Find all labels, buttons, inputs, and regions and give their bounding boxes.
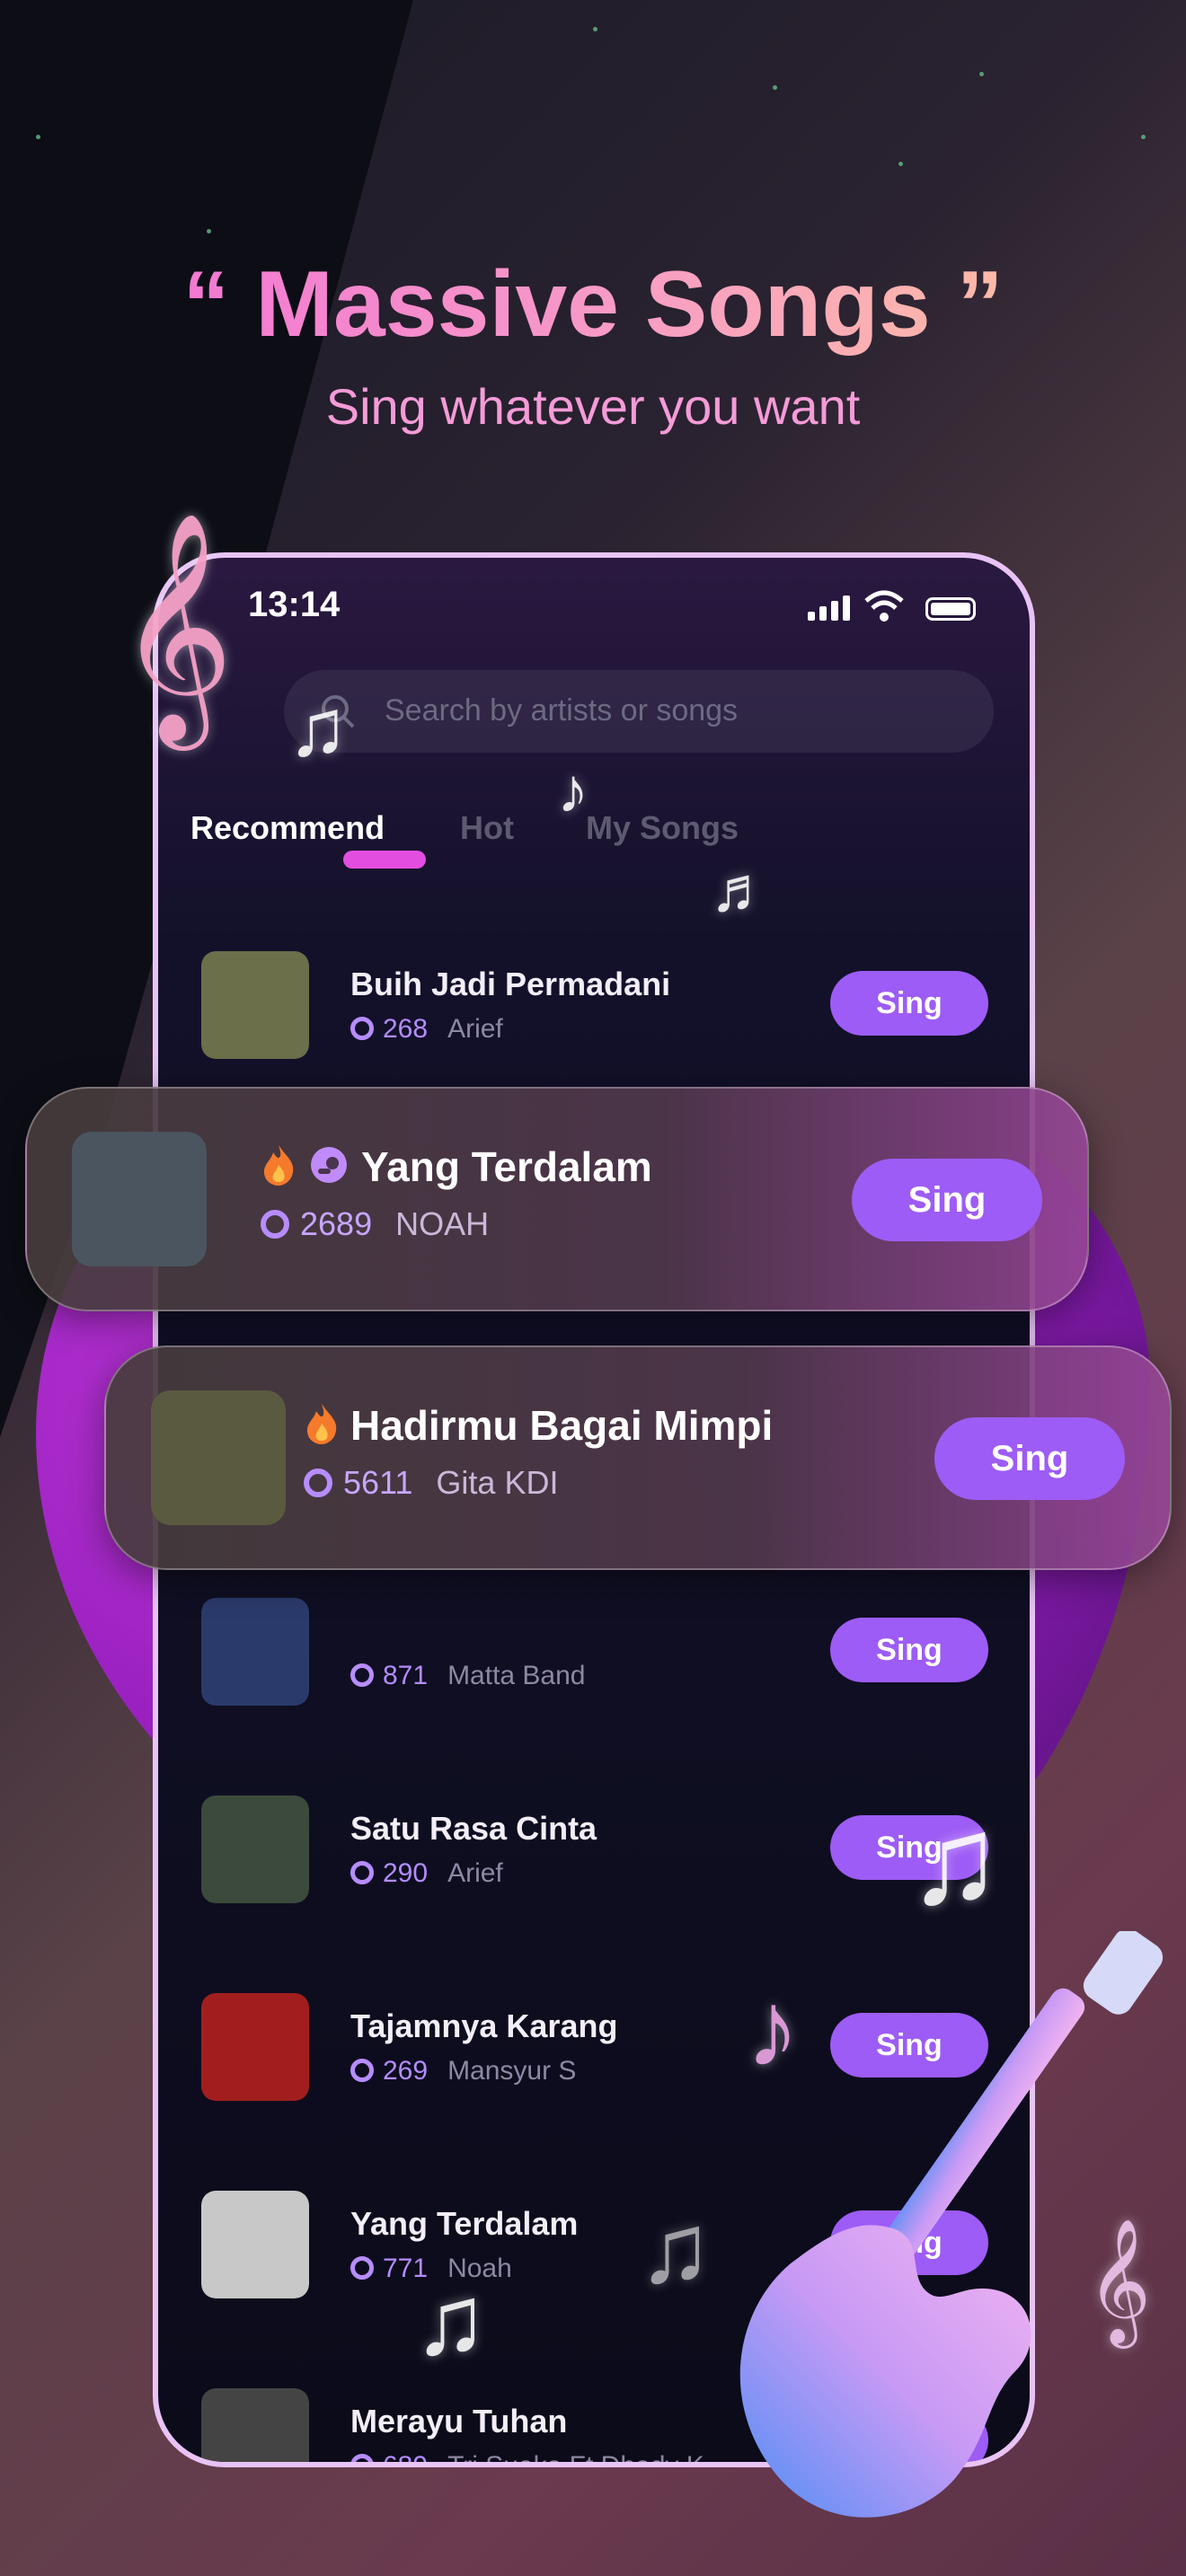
song-cover	[201, 2191, 309, 2298]
featured-meta: 2689 NOAH	[261, 1205, 489, 1243]
song-title: Satu Rasa Cinta	[350, 1810, 597, 1847]
tab-active-indicator	[343, 851, 426, 869]
cover-art	[201, 2191, 309, 2298]
music-note-icon: ♫	[413, 2265, 488, 2376]
song-meta: 871 Matta Band	[350, 1661, 586, 1691]
cover-art	[201, 1598, 309, 1706]
featured-title: Yang Terdalam	[361, 1143, 652, 1190]
star-dot	[898, 162, 903, 166]
search-bar[interactable]: Search by artists or songs	[284, 670, 994, 753]
featured-meta: 5611 Gita KDI	[304, 1464, 558, 1502]
signal-icon	[803, 595, 850, 625]
cover-art	[201, 1993, 309, 2101]
cover-art	[201, 2388, 309, 2462]
song-cover	[201, 951, 309, 1059]
song-artist: Matta Band	[447, 1661, 586, 1690]
featured-title: Hadirmu Bagai Mimpi	[350, 1402, 774, 1449]
featured-artist: NOAH	[395, 1205, 490, 1242]
hot-flame-icon	[263, 1145, 294, 1186]
song-row[interactable]: Buih Jadi Permadani 268 Arief Sing	[158, 944, 1030, 1070]
tab-hot[interactable]: Hot	[460, 809, 514, 847]
song-title: Yang Terdalam	[350, 2205, 579, 2242]
featured-plays: 2689	[300, 1205, 373, 1242]
featured-song-card[interactable]: Yang Terdalam 2689 NOAH Sing	[25, 1087, 1089, 1311]
plays-icon	[350, 2256, 374, 2280]
tab-my-songs[interactable]: My Songs	[586, 809, 739, 847]
plays-icon	[350, 2059, 374, 2082]
song-cover	[201, 1598, 309, 1706]
star-dot	[207, 229, 211, 234]
cover-art	[201, 1795, 309, 1903]
song-artist: Arief	[447, 1014, 503, 1044]
song-plays: 871	[383, 1661, 429, 1690]
karaoke-icon	[311, 1147, 347, 1183]
song-meta: 689 Tri Suaka Ft Dhody K	[350, 2451, 704, 2467]
music-note-icon: ♬	[710, 854, 773, 924]
music-note-icon: ♪	[557, 755, 589, 825]
star-dot	[773, 85, 777, 90]
guitar-icon	[739, 1931, 1164, 2518]
battery-icon	[925, 597, 976, 621]
song-meta: 269 Mansyur S	[350, 2056, 576, 2086]
plays-icon	[350, 1861, 374, 1884]
plays-icon	[350, 1663, 374, 1687]
song-plays: 689	[383, 2451, 429, 2467]
treble-clef-icon: 𝄞	[117, 515, 235, 736]
song-plays: 290	[383, 1858, 429, 1888]
tab-recommend[interactable]: Recommend	[190, 809, 385, 847]
song-cover	[201, 1795, 309, 1903]
star-dot	[1141, 135, 1146, 139]
sing-button[interactable]: Sing	[852, 1159, 1042, 1241]
song-plays: 268	[383, 1014, 429, 1044]
music-note-icon: ♫	[638, 2193, 712, 2304]
song-meta: 268 Arief	[350, 1014, 503, 1045]
song-cover	[201, 1993, 309, 2101]
featured-plays: 5611	[343, 1464, 413, 1501]
featured-artist: Gita KDI	[436, 1464, 559, 1501]
sing-button[interactable]: Sing	[830, 971, 988, 1036]
plays-icon	[350, 2454, 374, 2462]
music-note-icon: ♫	[907, 1789, 1002, 1930]
song-row[interactable]: Satu Rasa Cinta 290 Arief Sing	[158, 1788, 1030, 1914]
search-placeholder: Search by artists or songs	[385, 693, 739, 728]
song-artist: Mansyur S	[447, 2056, 577, 2086]
song-title: Buih Jadi Permadani	[350, 966, 671, 1002]
music-note-icon: ♫	[288, 684, 349, 773]
wifi-icon	[864, 590, 904, 622]
hot-flame-icon	[306, 1404, 337, 1444]
subheadline: Sing whatever you want	[325, 378, 861, 435]
cover-art	[201, 951, 309, 1059]
song-title: Merayu Tuhan	[350, 2403, 568, 2439]
song-row[interactable]: 871 Matta Band Sing	[158, 1591, 1030, 1716]
star-dot	[979, 72, 984, 76]
song-artist: Arief	[447, 1858, 503, 1888]
featured-title-line: Yang Terdalam	[261, 1142, 652, 1191]
featured-title-line: Hadirmu Bagai Mimpi	[304, 1401, 773, 1450]
song-plays: 269	[383, 2056, 429, 2086]
status-bar: 13:14	[248, 585, 976, 639]
status-time: 13:14	[248, 585, 341, 624]
plays-icon	[304, 1469, 332, 1497]
featured-song-card[interactable]: Hadirmu Bagai Mimpi 5611 Gita KDI Sing	[104, 1345, 1172, 1570]
song-cover	[201, 2388, 309, 2462]
cover-art	[72, 1132, 207, 1266]
star-dot	[36, 135, 40, 139]
plays-icon	[261, 1210, 289, 1239]
song-title: Tajamnya Karang	[350, 2007, 618, 2044]
star-dot	[593, 27, 597, 31]
featured-cover	[151, 1390, 286, 1525]
cover-art	[151, 1390, 286, 1525]
sing-button[interactable]: Sing	[830, 1618, 988, 1682]
featured-cover	[72, 1132, 207, 1266]
song-artist: Tri Suaka Ft Dhody K	[447, 2451, 704, 2467]
sing-button[interactable]: Sing	[934, 1417, 1125, 1500]
plays-icon	[350, 1017, 374, 1040]
song-meta: 290 Arief	[350, 1858, 503, 1889]
headline: “ Massive Songs ”	[0, 251, 1186, 358]
